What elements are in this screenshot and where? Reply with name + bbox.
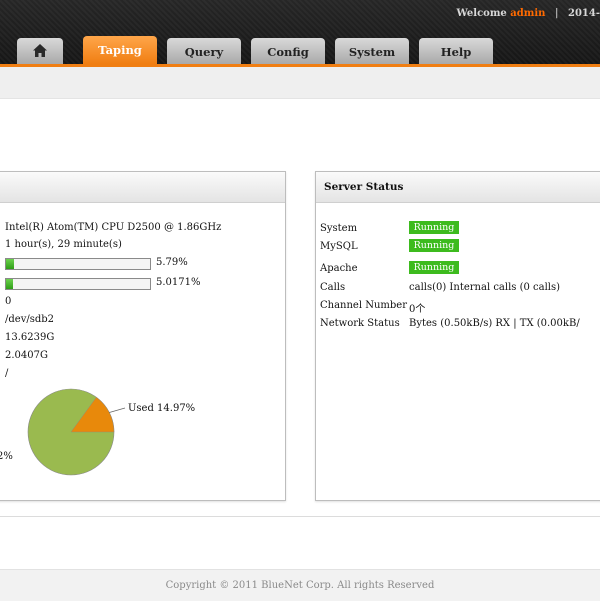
- status-badge-apache: Running: [409, 261, 459, 274]
- status-row-mysql: MySQL Running: [320, 239, 600, 255]
- channel-number-value: 0个: [409, 304, 426, 315]
- uptime: 1 hour(s), 29 minute(s): [5, 239, 122, 250]
- pie-used-label: Used 14.97%: [128, 403, 195, 414]
- memory-usage-bar: [5, 278, 151, 290]
- pie-free-label: 2%: [0, 451, 13, 462]
- system-info-panel: Intel(R) Atom(TM) CPU D2500 @ 1.86GHz 1 …: [0, 171, 286, 501]
- footer: Copyright © 2011 BlueNet Corp. All right…: [0, 569, 600, 601]
- network-status-value: Bytes (0.50kB/s) RX | TX (0.00kB/: [409, 318, 580, 329]
- top-header: Welcome admin | 2014- Taping Query Confi…: [0, 0, 600, 64]
- welcome-separator: |: [554, 8, 559, 19]
- sub-toolbar: [0, 67, 600, 99]
- welcome-label: Welcome: [456, 8, 507, 19]
- content-divider: [0, 516, 600, 517]
- tab-query[interactable]: Query: [167, 38, 241, 64]
- memory-usage-fill: [6, 279, 14, 289]
- status-badge-mysql: Running: [409, 239, 459, 252]
- welcome-text: Welcome admin | 2014-: [457, 8, 600, 19]
- tab-config[interactable]: Config: [251, 38, 325, 64]
- network-status-label: Network Status: [320, 318, 400, 329]
- username-link[interactable]: admin: [510, 8, 545, 19]
- mount-point: /: [5, 368, 9, 379]
- status-label-system: System: [320, 223, 358, 234]
- tab-home[interactable]: [17, 38, 63, 64]
- server-status-panel: Server Status System Running MySQL Runni…: [315, 171, 600, 501]
- calls-label: Calls: [320, 282, 346, 293]
- memory-usage-value: 5.0171%: [156, 277, 201, 288]
- info-value-1: 0: [5, 296, 12, 307]
- home-icon: [33, 44, 47, 57]
- disk-device: /dev/sdb2: [5, 314, 55, 325]
- status-label-apache: Apache: [320, 263, 358, 274]
- status-label-mysql: MySQL: [320, 241, 358, 252]
- status-row-apache: Apache Running: [320, 261, 600, 277]
- status-row-network: Network Status Bytes (0.50kB/s) RX | TX …: [320, 316, 600, 332]
- channel-number-label: Channel Number: [320, 300, 408, 311]
- disk-total: 13.6239G: [5, 332, 55, 343]
- cpu-usage-value: 5.79%: [156, 257, 188, 268]
- copyright-text: Copyright © 2011 BlueNet Corp. All right…: [165, 580, 435, 591]
- status-badge-system: Running: [409, 221, 459, 234]
- pie-used-leader-line: [109, 407, 126, 413]
- cpu-usage-bar: [5, 258, 151, 270]
- server-status-title: Server Status: [316, 172, 600, 203]
- cpu-usage-fill: [6, 259, 15, 269]
- status-row-calls: Calls calls(0) Internal calls (0 calls): [320, 280, 600, 296]
- disk-usage-pie-chart: Used 14.97% 2%: [0, 388, 195, 476]
- disk-used: 2.0407G: [5, 350, 48, 361]
- system-info-panel-header: [0, 172, 285, 203]
- status-row-system: System Running: [320, 221, 600, 237]
- calls-value: calls(0) Internal calls (0 calls): [409, 282, 561, 293]
- cpu-model: Intel(R) Atom(TM) CPU D2500 @ 1.86GHz: [5, 222, 222, 233]
- tab-taping[interactable]: Taping: [83, 36, 157, 64]
- tab-help[interactable]: Help: [419, 38, 493, 64]
- tab-system[interactable]: System: [335, 38, 409, 64]
- current-date: 2014-: [568, 8, 600, 19]
- status-row-channel-number: Channel Number 0个: [320, 298, 600, 315]
